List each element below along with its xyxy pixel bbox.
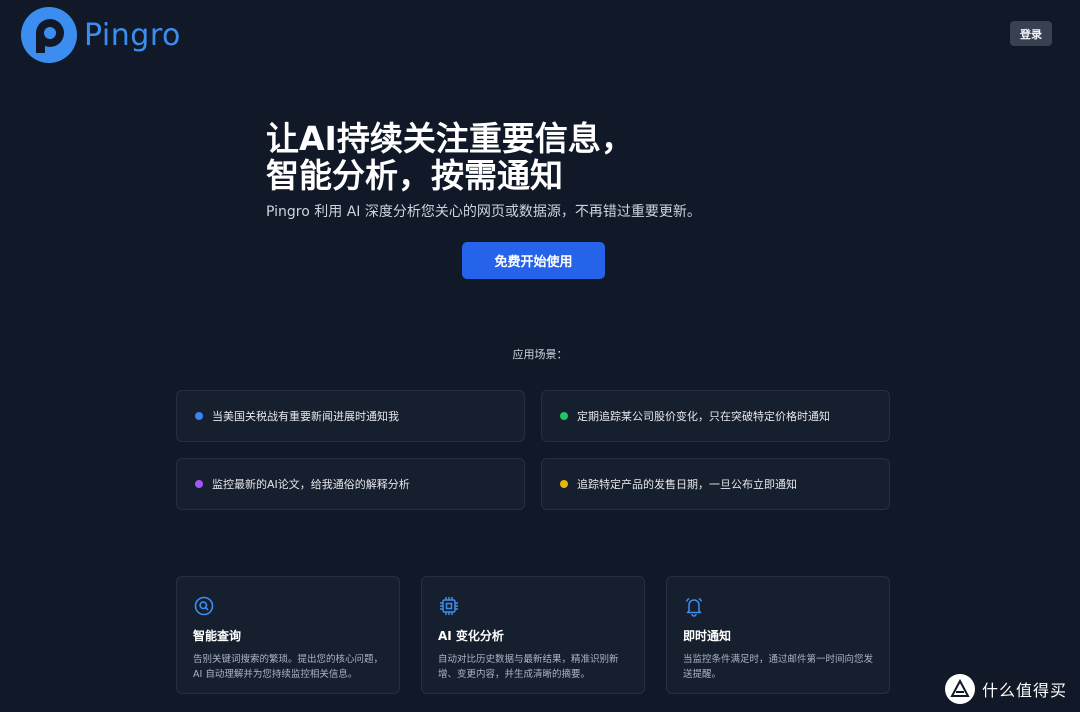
brand-name: Pingro — [84, 17, 181, 53]
watermark-glyph-icon — [950, 678, 970, 697]
hero-title-line1: 让AI持续关注重要信息， — [266, 119, 634, 158]
feature-card-instant-notify: 即时通知 当监控条件满足时，通过邮件第一时间向您发送提醒。 — [666, 576, 890, 694]
scenarios-label: 应用场景： — [512, 348, 568, 361]
scenario-text: 当美国关税战有重要新闻进展时通知我 — [212, 410, 399, 423]
watermark: 什么值得买 — [945, 674, 1067, 704]
hero-subtitle: Pingro 利用 AI 深度分析您关心的网页或数据源，不再错过重要更新。 — [266, 204, 701, 220]
scenario-card[interactable]: 追踪特定产品的发售日期，一旦公布立即通知 — [541, 458, 890, 510]
scenario-dot — [195, 412, 203, 420]
feature-card-smart-query: 智能查询 告别关键词搜索的繁琐。提出您的核心问题，AI 自动理解并为您持续监控相… — [176, 576, 400, 694]
scenario-dot — [195, 480, 203, 488]
start-free-button[interactable]: 免费开始使用 — [462, 242, 605, 279]
bell-icon — [685, 597, 703, 617]
scenario-dot — [560, 480, 568, 488]
login-button[interactable]: 登录 — [1010, 21, 1052, 46]
scenario-text: 追踪特定产品的发售日期，一旦公布立即通知 — [577, 478, 797, 491]
scenario-card[interactable]: 当美国关税战有重要新闻进展时通知我 — [176, 390, 525, 442]
feature-card-ai-analysis: AI 变化分析 自动对比历史数据与最新结果，精准识别新增、变更内容，并生成清晰的… — [421, 576, 645, 694]
hero-title-line2: 智能分析，按需通知 — [266, 156, 563, 195]
feature-description: 当监控条件满足时，通过邮件第一时间向您发送提醒。 — [683, 654, 874, 680]
feature-title: 即时通知 — [683, 629, 732, 643]
pingro-logo-icon — [21, 7, 77, 63]
feature-description: 告别关键词搜索的繁琐。提出您的核心问题，AI 自动理解并为您持续监控相关信息。 — [193, 654, 384, 680]
watermark-logo-icon — [945, 674, 975, 704]
scenario-dot — [560, 412, 568, 420]
hero-title: 让AI持续关注重要信息， 智能分析，按需通知 — [266, 120, 826, 194]
scenario-text: 定期追踪某公司股价变化，只在突破特定价格时通知 — [577, 410, 830, 423]
feature-description: 自动对比历史数据与最新结果，精准识别新增、变更内容，并生成清晰的摘要。 — [438, 654, 619, 680]
feature-title: AI 变化分析 — [438, 629, 504, 643]
search-icon — [194, 596, 214, 616]
scenario-text: 监控最新的AI论文，给我通俗的解释分析 — [212, 478, 410, 491]
watermark-text: 什么值得买 — [982, 681, 1068, 700]
scenario-card[interactable]: 定期追踪某公司股价变化，只在突破特定价格时通知 — [541, 390, 890, 442]
cpu-chip-icon — [440, 597, 458, 615]
feature-title: 智能查询 — [193, 629, 242, 643]
brand-logo[interactable]: Pingro — [21, 7, 181, 63]
scenario-card[interactable]: 监控最新的AI论文，给我通俗的解释分析 — [176, 458, 525, 510]
page: Pingro 登录 让AI持续关注重要信息， 智能分析，按需通知 Pingro … — [0, 0, 1080, 712]
